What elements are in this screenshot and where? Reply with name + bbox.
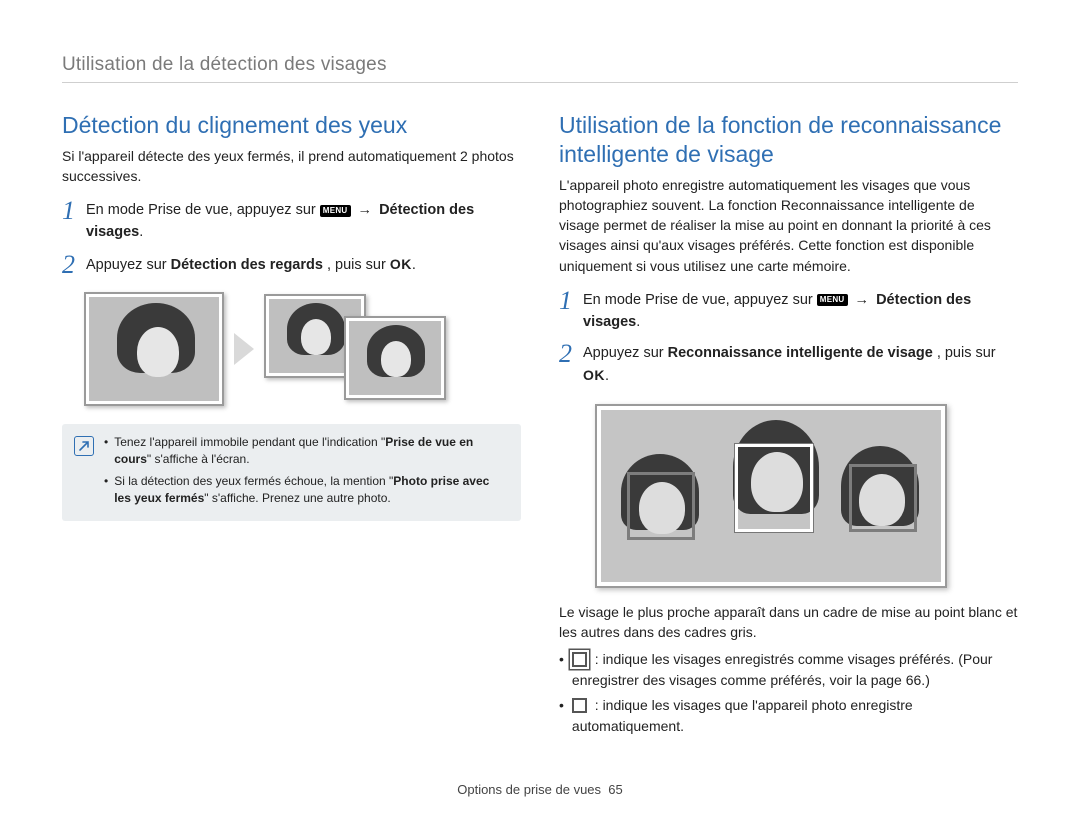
photo-frame-single (84, 292, 224, 406)
right-steps: 1 En mode Prise de vue, appuyez sur MENU… (559, 290, 1018, 388)
section-header: Utilisation de la détection des visages (62, 54, 1018, 83)
step-2: 2 Appuyez sur Détection des regards , pu… (62, 254, 521, 278)
left-title: Détection du clignement des yeux (62, 111, 521, 140)
arrow-icon: → (358, 202, 373, 218)
left-column: Détection du clignement des yeux Si l'ap… (62, 111, 521, 741)
note2-pre: Si la détection des yeux fermés échoue, … (114, 474, 393, 488)
legend-square-single-icon (572, 698, 587, 713)
note-icon (74, 436, 94, 456)
footer-section: Options de prise de vues (457, 782, 601, 797)
note1-pre: Tenez l'appareil immobile pendant que l'… (114, 435, 385, 449)
rstep1-pre: En mode Prise de vue, appuyez sur (583, 292, 817, 308)
note-item-1: • Tenez l'appareil immobile pendant que … (104, 434, 509, 469)
note1-post: " s'affiche à l'écran. (147, 452, 250, 466)
legend-list: • : indique les visages enregistrés comm… (559, 649, 1018, 737)
rstep2-bold: Reconnaissance intelligente de visage (668, 345, 933, 361)
step2-pre: Appuyez sur (86, 257, 171, 273)
note2-post: " s'affiche. Prenez une autre photo. (204, 491, 390, 505)
step2-post: , puis sur (327, 257, 390, 273)
step1-pre: En mode Prise de vue, appuyez sur (86, 202, 320, 218)
step-number-2: 2 (62, 252, 86, 278)
step-1: 1 En mode Prise de vue, appuyez sur MENU… (62, 200, 521, 244)
page-footer: Options de prise de vues 65 (0, 782, 1080, 797)
left-intro: Si l'appareil détecte des yeux fermés, i… (62, 146, 521, 187)
note-box: • Tenez l'appareil immobile pendant que … (62, 424, 521, 522)
footer-page-number: 65 (608, 782, 622, 797)
focus-box-gray-left (627, 472, 695, 540)
group-photo-frame (595, 404, 947, 588)
r-step-2: 2 Appuyez sur Reconnaissance intelligent… (559, 343, 1018, 388)
step-number-1: 1 (62, 198, 86, 224)
r-step-2-text: Appuyez sur Reconnaissance intelligente … (583, 343, 1018, 388)
right-intro: L'appareil photo enregistre automatiquem… (559, 175, 1018, 276)
ok-button-icon: OK (390, 256, 412, 272)
legend1-text: : indique les visages enregistrés comme … (572, 651, 993, 688)
group-photo (601, 410, 941, 582)
right-title: Utilisation de la fonction de reconnaiss… (559, 111, 1018, 169)
step-1-text: En mode Prise de vue, appuyez sur MENU →… (86, 200, 521, 244)
ok-button-icon: OK (583, 367, 605, 383)
menu-button-icon: MENU (817, 294, 848, 306)
legend2-text: : indique les visages que l'appareil pho… (572, 697, 913, 734)
focus-box-gray-right (849, 464, 917, 532)
photo-person-closed-eyes (89, 297, 219, 401)
legend-square-double-icon (572, 652, 587, 667)
note-list: • Tenez l'appareil immobile pendant que … (104, 434, 509, 512)
r-step-number-1: 1 (559, 288, 583, 314)
r-step-number-2: 2 (559, 341, 583, 367)
rstep2-post: , puis sur (937, 345, 996, 361)
photo-stack (264, 294, 474, 404)
note-item-2: • Si la détection des yeux fermés échoue… (104, 473, 509, 508)
focus-description: Le visage le plus proche apparaît dans u… (559, 602, 1018, 643)
rstep2-pre: Appuyez sur (583, 345, 668, 361)
arrow-icon: → (855, 292, 870, 308)
r-step-1: 1 En mode Prise de vue, appuyez sur MENU… (559, 290, 1018, 334)
manual-page: Utilisation de la détection des visages … (0, 0, 1080, 815)
menu-button-icon: MENU (320, 205, 351, 217)
r-step-1-text: En mode Prise de vue, appuyez sur MENU →… (583, 290, 1018, 334)
step2-bold: Détection des regards (171, 257, 323, 273)
triangle-arrow-icon (234, 333, 254, 365)
left-steps: 1 En mode Prise de vue, appuyez sur MENU… (62, 200, 521, 278)
legend-item-auto: • : indique les visages que l'appareil p… (559, 695, 1018, 737)
right-column: Utilisation de la fonction de reconnaiss… (559, 111, 1018, 741)
legend-item-preferred: • : indique les visages enregistrés comm… (559, 649, 1018, 691)
focus-box-white-center (735, 444, 813, 532)
step-2-text: Appuyez sur Détection des regards , puis… (86, 254, 521, 277)
photo-frame-result-2 (344, 316, 446, 400)
two-column-layout: Détection du clignement des yeux Si l'ap… (62, 111, 1018, 741)
blink-illustration (84, 292, 521, 406)
